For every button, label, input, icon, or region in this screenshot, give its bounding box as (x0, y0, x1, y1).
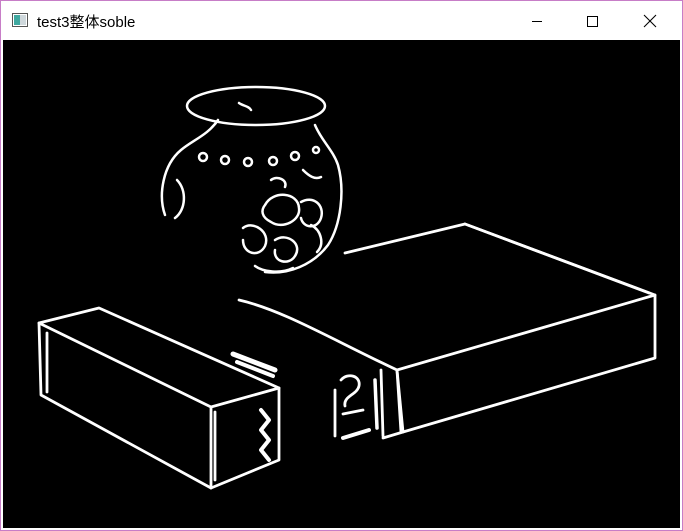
close-icon (643, 14, 657, 27)
close-button[interactable] (627, 1, 673, 40)
image-canvas (3, 40, 680, 528)
sobel-edge-image (37, 85, 657, 490)
app-icon[interactable] (12, 12, 28, 28)
minimize-icon (532, 20, 542, 22)
maximize-icon (587, 15, 598, 27)
left-box-edges (37, 306, 281, 490)
vase-edges (160, 85, 343, 274)
app-window: test3整体soble (0, 0, 683, 531)
right-box-edges (237, 222, 657, 440)
title-bar[interactable]: test3整体soble (1, 1, 682, 40)
window-title: test3整体soble (37, 14, 136, 31)
minimize-button[interactable] (514, 1, 560, 40)
maximize-button[interactable] (569, 1, 615, 40)
